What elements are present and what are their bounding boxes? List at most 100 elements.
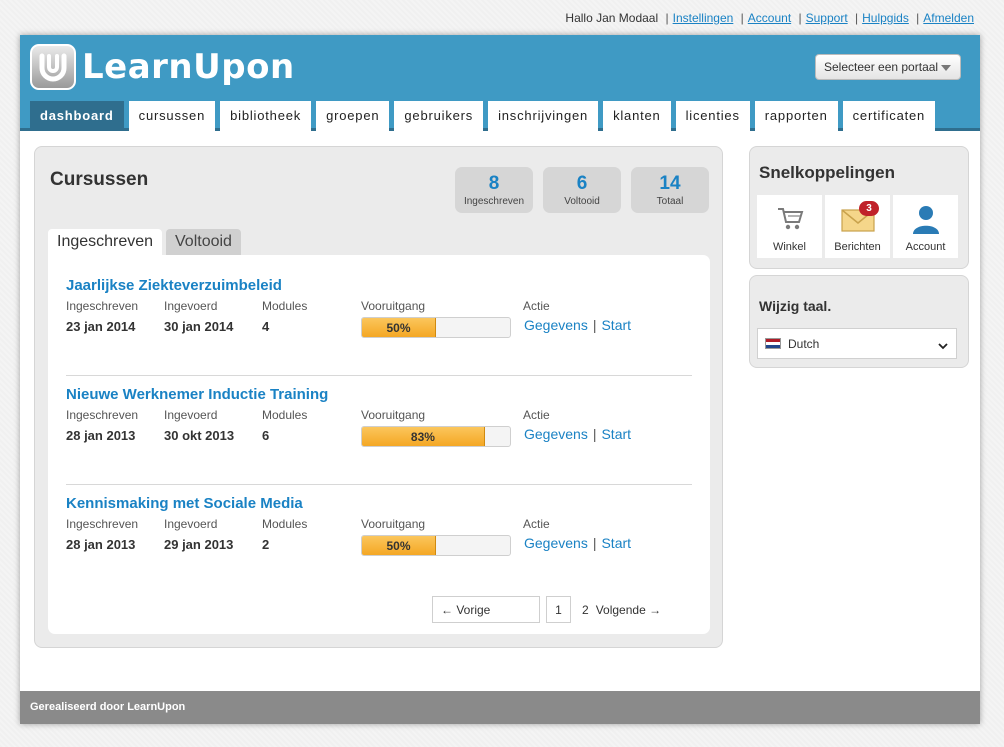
greeting-text: Hallo Jan Modaal	[565, 11, 659, 25]
envelope-icon	[825, 203, 890, 235]
main-nav: dashboard cursussen bibliotheek groepen …	[30, 101, 936, 131]
nav-library[interactable]: bibliotheek	[220, 101, 312, 131]
entered-label: Ingevoerd	[164, 408, 218, 422]
stat-enrolled: 8 Ingeschreven	[455, 167, 533, 213]
app-frame: LearnUpon Selecteer een portaal dashboar…	[20, 35, 980, 724]
start-link[interactable]: Start	[601, 317, 631, 333]
course-actions: Gegevens | Start	[524, 426, 632, 442]
divider	[66, 375, 692, 376]
modules-label: Modules	[262, 299, 308, 313]
enrolled-date: 23 jan 2014	[66, 319, 136, 334]
course-item: Jaarlijkse Ziekteverzuimbeleid Ingeschre…	[66, 277, 692, 338]
modules-count: 4	[262, 319, 270, 334]
progress-fill: 50%	[362, 536, 436, 555]
start-link[interactable]: Start	[601, 535, 631, 551]
page-title: Cursussen	[50, 169, 149, 190]
modules-label: Modules	[262, 517, 308, 531]
entered-date: 29 jan 2013	[164, 537, 234, 552]
nav-dashboard[interactable]: dashboard	[30, 101, 124, 131]
start-link[interactable]: Start	[601, 426, 631, 442]
shortcut-account[interactable]: Account	[893, 195, 958, 258]
prev-page-button[interactable]: ← Vorige	[432, 596, 540, 623]
modules-count: 2	[262, 537, 270, 552]
link-logout[interactable]: Afmelden	[923, 11, 974, 25]
stat-enrolled-label: Ingeschreven	[463, 196, 525, 207]
progress-fill: 50%	[362, 318, 436, 337]
course-actions: Gegevens | Start	[524, 535, 632, 551]
entered-date: 30 jan 2014	[164, 319, 234, 334]
shortcuts-panel: Snelkoppelingen Winkel 3 Berichten Accou…	[749, 146, 969, 269]
page-current[interactable]: 1	[546, 596, 571, 623]
course-title-link[interactable]: Kennismaking met Sociale Media	[66, 495, 692, 512]
footer: Gerealiseerd door LearnUpon	[20, 691, 980, 724]
progress-label: Vooruitgang	[361, 299, 426, 313]
nav-enrollments[interactable]: inschrijvingen	[488, 101, 599, 131]
link-account[interactable]: Account	[748, 11, 791, 25]
details-link[interactable]: Gegevens	[524, 535, 588, 551]
link-support[interactable]: Support	[806, 11, 848, 25]
shortcut-messages[interactable]: 3 Berichten	[825, 195, 890, 258]
course-item: Kennismaking met Sociale Media Ingeschre…	[66, 495, 692, 556]
portal-select[interactable]: Selecteer een portaal	[815, 54, 961, 80]
nav-courses[interactable]: cursussen	[128, 101, 216, 131]
enrolled-date: 28 jan 2013	[66, 428, 136, 443]
divider	[66, 484, 692, 485]
link-help-guide[interactable]: Hulpgids	[862, 11, 909, 25]
course-title-link[interactable]: Nieuwe Werknemer Inductie Training	[66, 386, 692, 403]
entered-date: 30 okt 2013	[164, 428, 235, 443]
next-page-link[interactable]: Volgende →	[596, 603, 661, 617]
progress-bar: 50%	[361, 535, 511, 556]
entered-label: Ingevoerd	[164, 517, 218, 531]
modules-label: Modules	[262, 408, 308, 422]
pagination: ← Vorige 1 2 Volgende →	[432, 596, 661, 623]
shortcut-messages-label: Berichten	[834, 241, 881, 253]
shortcut-account-label: Account	[905, 241, 946, 253]
enrolled-label: Ingeschreven	[66, 517, 139, 531]
nav-groups[interactable]: groepen	[316, 101, 390, 131]
logo-text: LearnUpon	[82, 47, 295, 87]
nav-reports[interactable]: rapporten	[754, 101, 838, 131]
portal-select-label: Selecteer een portaal	[824, 60, 939, 74]
nav-users[interactable]: gebruikers	[394, 101, 484, 131]
tab-enrolled[interactable]: Ingeschreven	[48, 229, 163, 257]
action-label: Actie	[523, 408, 550, 422]
course-title-link[interactable]: Jaarlijkse Ziekteverzuimbeleid	[66, 277, 692, 294]
language-panel: Wijzig taal. Dutch	[749, 275, 969, 368]
stat-total: 14 Totaal	[631, 167, 709, 213]
tab-completed[interactable]: Voltooid	[166, 229, 241, 257]
messages-badge: 3	[859, 201, 879, 216]
page-link[interactable]: 2	[582, 603, 589, 617]
course-actions: Gegevens | Start	[524, 317, 632, 333]
enrolled-label: Ingeschreven	[66, 408, 139, 422]
course-list: Jaarlijkse Ziekteverzuimbeleid Ingeschre…	[48, 255, 710, 634]
stat-enrolled-value: 8	[488, 173, 500, 194]
nav-licenses[interactable]: licenties	[675, 101, 750, 131]
details-link[interactable]: Gegevens	[524, 426, 588, 442]
action-label: Actie	[523, 299, 550, 313]
link-settings[interactable]: Instellingen	[673, 11, 734, 25]
user-icon	[893, 203, 958, 235]
nav-certificates[interactable]: certificaten	[842, 101, 936, 131]
language-select[interactable]: Dutch	[757, 328, 957, 359]
enrolled-label: Ingeschreven	[66, 299, 139, 313]
stat-total-value: 14	[659, 173, 681, 194]
stat-completed: 6 Voltooid	[543, 167, 621, 213]
details-link[interactable]: Gegevens	[524, 317, 588, 333]
progress-bar: 83%	[361, 426, 511, 447]
shortcut-shop[interactable]: Winkel	[757, 195, 822, 258]
language-selected: Dutch	[788, 336, 820, 351]
shortcut-shop-label: Winkel	[772, 241, 806, 253]
stat-completed-value: 6	[576, 173, 588, 194]
netherlands-flag-icon	[765, 338, 781, 349]
logo[interactable]: LearnUpon	[30, 44, 295, 90]
top-user-links: Hallo Jan Modaal | Instellingen | Account …	[565, 11, 974, 25]
nav-customers[interactable]: klanten	[603, 101, 671, 131]
cart-icon	[757, 203, 822, 235]
chevron-down-icon	[941, 65, 951, 71]
progress-bar: 50%	[361, 317, 511, 338]
course-item: Nieuwe Werknemer Inductie Training Inges…	[66, 386, 692, 447]
action-label: Actie	[523, 517, 550, 531]
stat-total-label: Totaal	[656, 196, 684, 207]
enrolled-date: 28 jan 2013	[66, 537, 136, 552]
language-title: Wijzig taal.	[759, 298, 832, 314]
